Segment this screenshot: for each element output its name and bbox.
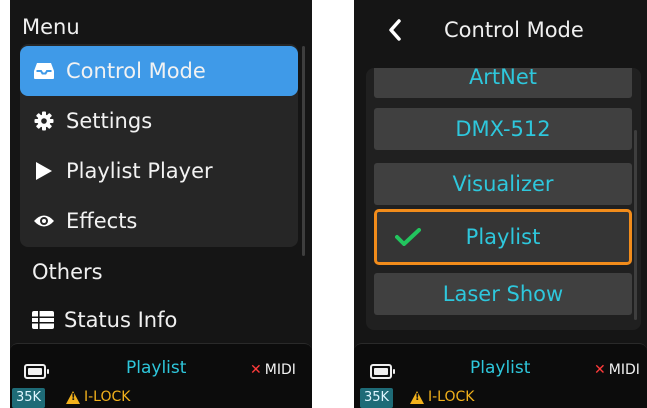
menu-item-label: Effects bbox=[66, 209, 138, 233]
mode-list: ArtNet DMX-512 Visualizer Playlist Laser… bbox=[366, 68, 641, 330]
menu-item-settings[interactable]: Settings bbox=[20, 96, 298, 146]
play-icon bbox=[32, 159, 56, 183]
option-dmx-512[interactable]: DMX-512 bbox=[374, 108, 632, 150]
section-others: Others bbox=[32, 260, 103, 284]
close-icon: ✕ bbox=[594, 362, 606, 378]
status-bar: Playlist ✕ MIDI bbox=[10, 343, 312, 408]
status-bar: Playlist ✕ MIDI bbox=[354, 343, 647, 408]
warning-icon bbox=[410, 390, 424, 404]
menu-item-label: Control Mode bbox=[66, 59, 206, 83]
option-visualizer[interactable]: Visualizer bbox=[374, 163, 632, 205]
menu-title: Menu bbox=[22, 15, 80, 39]
menu-screen: Menu Control Mode Settings Playlist Play… bbox=[10, 0, 312, 408]
option-laser-show[interactable]: Laser Show bbox=[374, 273, 632, 315]
inbox-icon bbox=[32, 59, 56, 83]
menu-item-label: Status Info bbox=[64, 308, 178, 332]
battery-icon bbox=[370, 364, 395, 379]
check-icon bbox=[395, 228, 421, 246]
battery-icon bbox=[24, 364, 49, 379]
ilock-status: I-LOCK bbox=[410, 389, 474, 405]
status-badge: 35K bbox=[360, 388, 394, 408]
status-mode: Playlist bbox=[126, 358, 187, 378]
list-icon bbox=[32, 310, 54, 330]
back-chevron-icon[interactable] bbox=[384, 16, 406, 44]
ilock-status: I-LOCK bbox=[66, 389, 130, 405]
page-title: Control Mode bbox=[444, 18, 584, 42]
warning-icon bbox=[66, 390, 80, 404]
control-mode-screen: Control Mode ArtNet DMX-512 Visualizer P… bbox=[354, 0, 647, 408]
header: Control Mode bbox=[354, 0, 647, 60]
eye-icon bbox=[32, 209, 56, 233]
close-icon: ✕ bbox=[250, 362, 262, 378]
menu-item-control-mode[interactable]: Control Mode bbox=[20, 46, 298, 96]
status-badge: 35K bbox=[12, 388, 46, 408]
gear-icon bbox=[32, 109, 56, 133]
menu-item-status-info[interactable]: Status Info bbox=[32, 308, 177, 332]
midi-status: ✕ MIDI bbox=[250, 362, 296, 378]
list-scrollbar[interactable] bbox=[634, 130, 637, 320]
midi-status: ✕ MIDI bbox=[594, 362, 640, 378]
menu-item-label: Playlist Player bbox=[66, 159, 213, 183]
menu-scrollbar[interactable] bbox=[302, 46, 305, 256]
option-label: Playlist bbox=[465, 225, 541, 249]
menu-item-playlist-player[interactable]: Playlist Player bbox=[20, 146, 298, 196]
status-mode: Playlist bbox=[470, 358, 531, 378]
menu-item-label: Settings bbox=[66, 109, 153, 133]
option-artnet[interactable]: ArtNet bbox=[374, 68, 632, 98]
menu-item-effects[interactable]: Effects bbox=[20, 196, 298, 246]
option-playlist[interactable]: Playlist bbox=[374, 209, 632, 265]
